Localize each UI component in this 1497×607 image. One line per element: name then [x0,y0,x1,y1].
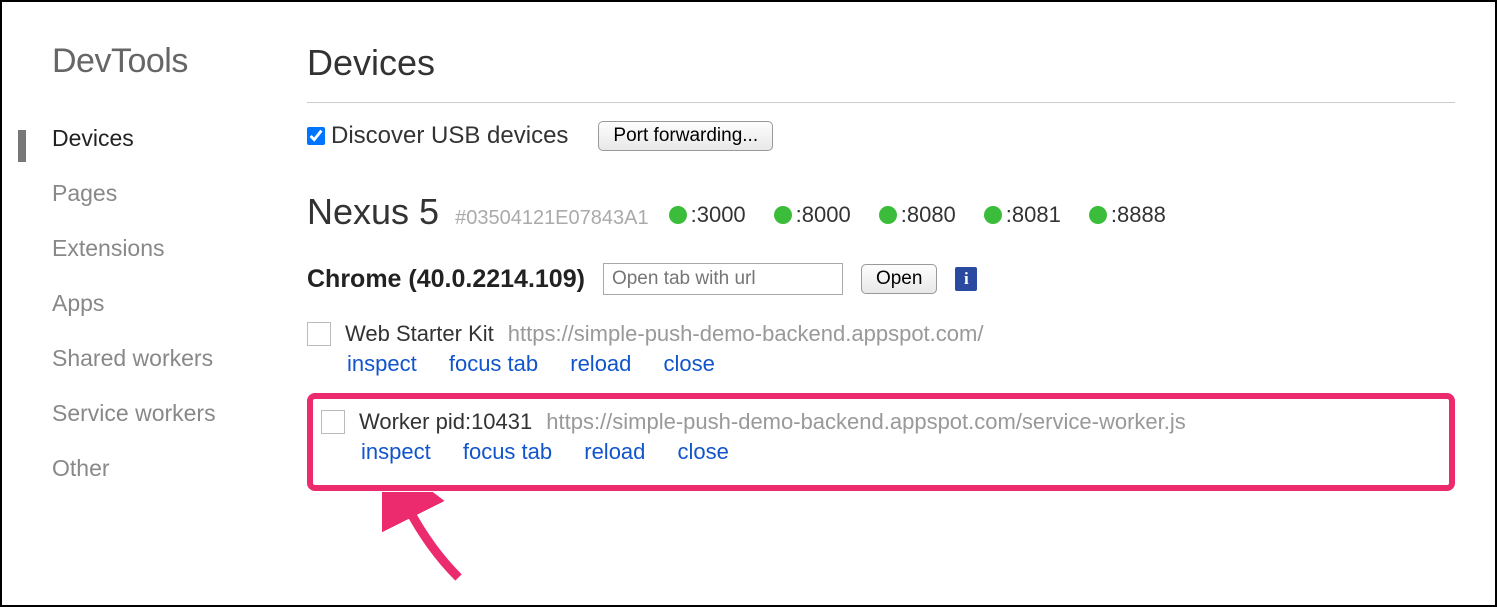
sidebar-item-extensions[interactable]: Extensions [52,221,277,276]
device-header: Nexus 5 #03504121E07843A1 :3000 :8000 :8… [307,191,1455,233]
browser-row: Chrome (40.0.2214.109) Open i [307,263,1455,295]
close-link[interactable]: close [678,439,729,464]
discover-usb-checkbox[interactable] [307,127,325,145]
tab-url: https://simple-push-demo-backend.appspot… [546,409,1186,435]
sidebar-active-indicator [18,130,26,162]
info-icon[interactable]: i [955,267,977,291]
annotation-arrow-icon [382,492,472,582]
port-8000: :8000 [774,202,851,228]
page-title: Devices [307,42,1455,84]
tab-title: Worker pid:10431 [359,409,532,435]
port-8081: :8081 [984,202,1061,228]
close-link[interactable]: close [664,351,715,376]
status-dot-icon [879,206,897,224]
device-id: #03504121E07843A1 [455,207,649,230]
tab-title: Web Starter Kit [345,321,494,347]
status-dot-icon [1089,206,1107,224]
port-8080: :8080 [879,202,956,228]
options-row: Discover USB devices Port forwarding... [307,121,1455,151]
favicon-placeholder-icon [307,322,331,346]
status-dot-icon [669,206,687,224]
device-name: Nexus 5 [307,191,439,233]
open-tab-url-input[interactable] [603,263,843,295]
sidebar-item-other[interactable]: Other [52,441,277,496]
reload-link[interactable]: reload [584,439,645,464]
sidebar-item-devices[interactable]: Devices [52,111,277,166]
favicon-placeholder-icon [321,410,345,434]
app-title: DevTools [52,42,277,81]
inspect-link[interactable]: inspect [347,351,417,376]
tab-entry: Web Starter Kit https://simple-push-demo… [307,313,1455,387]
tab-entry: Worker pid:10431 https://simple-push-dem… [321,409,1441,475]
sidebar-item-service-workers[interactable]: Service workers [52,386,277,441]
sidebar: DevTools Devices Pages Extensions Apps S… [2,2,277,605]
port-8888: :8888 [1089,202,1166,228]
port-forwarding-button[interactable]: Port forwarding... [598,121,773,151]
tab-url: https://simple-push-demo-backend.appspot… [508,321,984,347]
port-3000: :3000 [669,202,746,228]
sidebar-item-shared-workers[interactable]: Shared workers [52,331,277,386]
sidebar-item-apps[interactable]: Apps [52,276,277,331]
status-dot-icon [984,206,1002,224]
divider [307,102,1455,103]
reload-link[interactable]: reload [570,351,631,376]
highlighted-entry: Worker pid:10431 https://simple-push-dem… [307,393,1455,491]
focus-tab-link[interactable]: focus tab [449,351,538,376]
sidebar-item-pages[interactable]: Pages [52,166,277,221]
browser-label: Chrome (40.0.2214.109) [307,265,585,294]
discover-usb-label: Discover USB devices [331,122,568,150]
status-dot-icon [774,206,792,224]
focus-tab-link[interactable]: focus tab [463,439,552,464]
open-button[interactable]: Open [861,264,937,294]
inspect-link[interactable]: inspect [361,439,431,464]
